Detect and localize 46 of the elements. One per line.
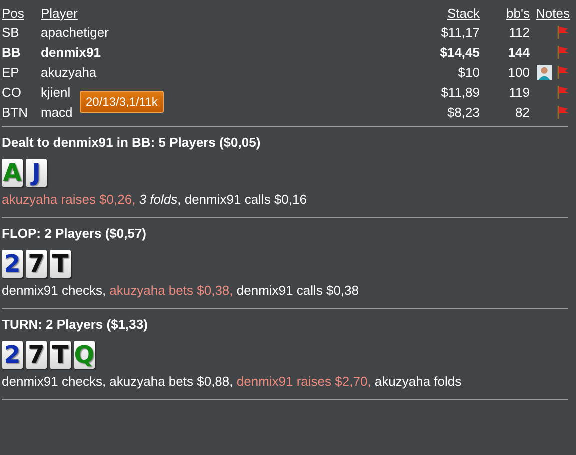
playing-card: J	[26, 159, 47, 187]
action-line: akuzyaha raises $0,26, 3 folds, denmix91 calls $0,16	[2, 192, 308, 207]
player-name: kjienl	[41, 84, 71, 100]
player-name: macd	[41, 104, 73, 120]
position-cell-text: BTN	[2, 104, 29, 120]
player-name: apachetiger	[41, 24, 109, 40]
bb-count-cell-text: 119	[508, 84, 530, 100]
street-heading: TURN: 2 Players ($1,33)	[2, 317, 149, 334]
playing-card: T	[50, 250, 71, 278]
action-line: denmix91 checks, akuzyaha bets $0,88, denmix91 raises $2,70, akuzyaha folds	[2, 374, 463, 389]
playing-card: A	[2, 159, 23, 187]
street-heading: FLOP: 2 Players ($0,57)	[2, 226, 148, 243]
stack-cell-text: $11,89	[440, 84, 480, 100]
column-header[interactable]: Notes	[530, 6, 576, 20]
playing-card: Q	[74, 341, 95, 369]
stack-cell-text: $14,45	[439, 44, 480, 60]
stack-cell-text: $8,23	[446, 104, 480, 120]
column-header[interactable]: Player	[41, 6, 78, 20]
column-header[interactable]: Pos	[2, 6, 41, 20]
bb-count-cell-text: 100	[507, 64, 530, 80]
player-name: akuzyaha	[41, 64, 97, 80]
playing-card: 2	[2, 250, 23, 278]
bb-count-cell-text: 112	[508, 24, 530, 40]
playing-card: T	[50, 341, 71, 369]
flag-icon[interactable]	[555, 84, 570, 100]
action-line: denmix91 checks, akuzyaha bets $0,38, denmix91 calls $0,38	[2, 283, 360, 298]
stack-cell-text: $10	[457, 64, 480, 80]
person-icon[interactable]	[537, 64, 552, 80]
playing-card: 7	[26, 250, 47, 278]
bb-count-cell-text: 144	[507, 44, 530, 60]
position-cell-text: CO	[2, 84, 22, 100]
position-cell-text: SB	[2, 24, 20, 40]
flag-icon[interactable]	[555, 24, 570, 40]
flag-icon[interactable]	[555, 44, 570, 60]
bb-count-cell-text: 82	[514, 104, 530, 120]
column-header[interactable]: Stack	[400, 6, 480, 20]
playing-card: 2	[2, 341, 23, 369]
stack-cell-text: $11,17	[440, 24, 480, 40]
playing-card: 7	[26, 341, 47, 369]
street-heading: Dealt to denmix91 in BB: 5 Players ($0,05)	[2, 135, 262, 152]
position-cell-text: EP	[2, 64, 20, 80]
flag-icon[interactable]	[555, 104, 570, 120]
position-cell-text: BB	[2, 44, 22, 60]
stats-tooltip: 20/13/3,1/11k	[80, 91, 164, 113]
player-name: denmix91	[41, 44, 101, 60]
column-header[interactable]: bb's	[480, 6, 530, 20]
